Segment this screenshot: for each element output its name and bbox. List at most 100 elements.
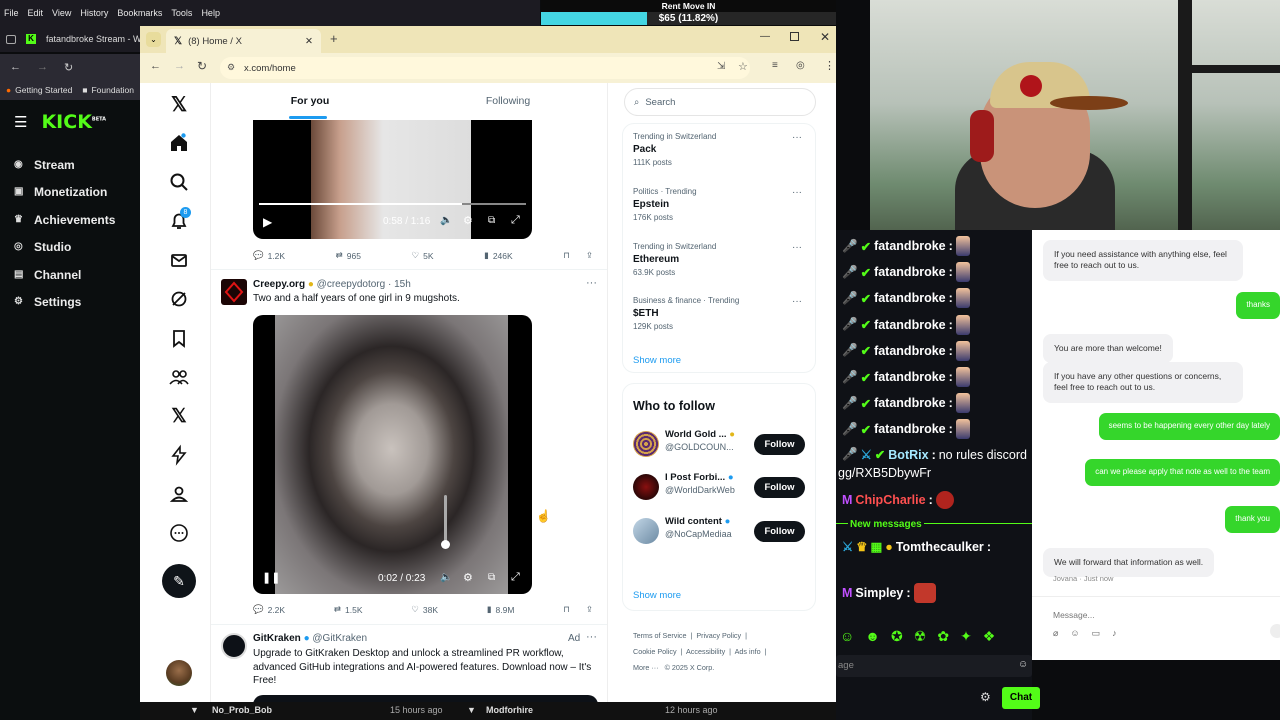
footer-privacy[interactable]: Privacy Policy	[696, 631, 741, 640]
follow-suggestion[interactable]: World Gold ... ● @GOLDCOUN... Follow	[633, 429, 823, 461]
extensions-icon[interactable]: ≡	[772, 60, 778, 71]
attach-icon[interactable]: ⌀	[1053, 628, 1058, 639]
chat-username[interactable]: Simpley	[855, 586, 903, 600]
trend-more-icon[interactable]: ···	[792, 187, 802, 198]
profile-icon[interactable]: ◎	[796, 60, 805, 71]
x-logo-icon[interactable]: 𝕏	[168, 92, 190, 116]
chat-username[interactable]: fatandbroke	[874, 370, 946, 384]
messages-icon[interactable]	[168, 249, 190, 271]
reload-icon[interactable]: ↻	[197, 59, 207, 73]
trend-item[interactable]: Politics · Trending Epstein 176K posts ···	[633, 187, 823, 222]
bookmark-getting-started[interactable]: Getting Started	[15, 85, 72, 95]
repost-button[interactable]: ⇄ 1.5K	[334, 604, 363, 615]
follow-button[interactable]: Follow	[754, 434, 805, 455]
gif-icon[interactable]: ▭	[1092, 628, 1101, 639]
bookmarks-icon[interactable]	[168, 327, 190, 349]
firefox-tab-title[interactable]: fatandbroke Stream - W	[46, 34, 142, 44]
bookmark-foundation[interactable]: Foundation	[91, 85, 134, 95]
close-tab-icon[interactable]: ✕	[305, 36, 313, 47]
menu-history[interactable]: History	[80, 8, 108, 18]
like-button[interactable]: ♡ 38K	[411, 604, 438, 615]
tab-for-you[interactable]: For you	[211, 83, 409, 119]
kick-nav-stream[interactable]: ◉ Stream	[0, 151, 140, 179]
author-handle[interactable]: @creepydotorg	[317, 279, 386, 290]
post-video[interactable]: ▶ 0:58 / 1:16 🔈 ⚙ ⧉ ⤢	[253, 120, 532, 239]
author-name[interactable]: Creepy.org	[253, 279, 305, 290]
kick-nav-achievements[interactable]: ♛ Achievements	[0, 206, 140, 234]
address-bar[interactable]: ⚙ x.com/home ⇲ ☆	[220, 57, 750, 79]
like-button[interactable]: ♡ 5K	[412, 250, 434, 261]
kick-nav-studio[interactable]: ◎ Studio	[0, 234, 140, 262]
reply-button[interactable]: 💬 1.2K	[253, 250, 285, 261]
premium-icon[interactable]: 𝕏	[168, 405, 190, 427]
chat-username[interactable]: fatandbroke	[874, 291, 946, 305]
trend-more-icon[interactable]: ···	[792, 132, 802, 143]
menu-bookmarks[interactable]: Bookmarks	[117, 8, 162, 18]
compose-post-button[interactable]: ✎	[162, 564, 196, 598]
chat-send-button[interactable]: Chat	[1002, 687, 1040, 709]
emote-icon[interactable]: ❖	[983, 628, 996, 645]
back-icon[interactable]: ←	[10, 61, 21, 73]
repost-button[interactable]: ⇄ 965	[336, 250, 361, 261]
verified-orgs-icon[interactable]	[168, 444, 190, 466]
post-more-icon[interactable]: ···	[586, 631, 597, 643]
chat-username[interactable]: fatandbroke	[874, 265, 946, 279]
reply-button[interactable]: 💬 2.2K	[253, 604, 285, 615]
kebab-menu-icon[interactable]: ⋮	[824, 59, 835, 72]
volume-slider[interactable]	[441, 495, 450, 549]
menu-edit[interactable]: Edit	[28, 8, 44, 18]
menu-help[interactable]: Help	[201, 8, 220, 18]
share-icon[interactable]: ⇪	[586, 604, 593, 615]
install-icon[interactable]: ⇲	[717, 61, 725, 72]
chat-username[interactable]: BotRix	[888, 448, 928, 462]
chat-username[interactable]: fatandbroke	[874, 344, 946, 358]
bookmark-icon[interactable]: ⊓	[563, 250, 570, 261]
chat-input[interactable]: age ☺	[836, 655, 1032, 677]
video-progress[interactable]	[259, 203, 526, 205]
emote-icon[interactable]: ✦	[960, 628, 972, 645]
pip-icon[interactable]: ⧉	[488, 215, 495, 226]
notifications-icon[interactable]: 8	[168, 207, 191, 232]
kick-nav-settings[interactable]: ⚙ Settings	[0, 289, 140, 317]
home-icon[interactable]	[168, 132, 190, 154]
hamburger-icon[interactable]: ☰	[14, 113, 27, 131]
trend-item[interactable]: Trending in Switzerland Pack 111K posts ···	[633, 132, 823, 167]
menu-tools[interactable]: Tools	[171, 8, 192, 18]
views-button[interactable]: ▮ 246K	[484, 250, 513, 261]
emote-icon[interactable]: ☺	[840, 628, 854, 645]
author-handle[interactable]: @GitKraken	[312, 633, 367, 644]
avatar[interactable]	[166, 660, 192, 686]
post-more-icon[interactable]: ···	[586, 277, 597, 289]
emoji-icon[interactable]: ☺	[1070, 628, 1079, 639]
chat-username[interactable]: ChipCharlie	[855, 493, 925, 507]
chat-username[interactable]: fatandbroke	[874, 422, 946, 436]
fullscreen-icon[interactable]: ⤢	[511, 571, 520, 584]
kick-nav-channel[interactable]: ▤ Channel	[0, 261, 140, 289]
play-icon[interactable]: ▶	[263, 215, 272, 229]
chat-settings-icon[interactable]: ⚙	[980, 690, 991, 704]
trend-more-icon[interactable]: ···	[792, 296, 802, 307]
pip-icon[interactable]: ⧉	[488, 572, 495, 583]
pause-icon[interactable]: ❚❚	[262, 571, 280, 584]
maximize-icon[interactable]	[790, 32, 799, 41]
back-icon[interactable]: ←	[150, 60, 161, 72]
close-window-icon[interactable]: ✕	[820, 30, 830, 44]
menu-view[interactable]: View	[52, 8, 71, 18]
more-icon[interactable]	[168, 522, 190, 544]
follow-button[interactable]: Follow	[754, 477, 805, 498]
tab-following[interactable]: Following	[409, 83, 607, 119]
ad-media[interactable]	[253, 695, 598, 702]
bookmark-icon[interactable]: ⊓	[563, 604, 570, 615]
mic-icon[interactable]: ♪	[1112, 628, 1117, 639]
profile-icon[interactable]	[168, 483, 190, 505]
chat-username[interactable]: fatandbroke	[874, 239, 946, 253]
grok-icon[interactable]	[168, 288, 190, 310]
chat-username[interactable]: Tomthecaulker	[896, 540, 984, 554]
footer-cookie[interactable]: Cookie Policy	[633, 647, 677, 656]
search-icon[interactable]	[168, 171, 190, 193]
emoji-icon[interactable]: ☺	[1018, 659, 1028, 670]
trend-item[interactable]: Business & finance · Trending $ETH 129K po…	[633, 296, 823, 331]
follow-suggestion[interactable]: I Post Forbi... ● @WorldDarkWeb Follow	[633, 472, 823, 504]
video-settings-icon[interactable]: ⚙	[463, 214, 473, 227]
forward-icon[interactable]: →	[37, 61, 48, 73]
